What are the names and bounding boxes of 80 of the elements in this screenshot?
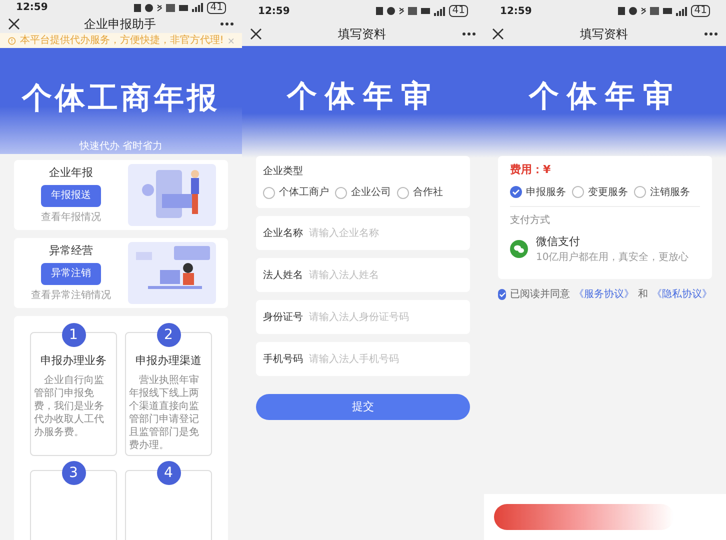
payment-name: 微信支付 bbox=[536, 234, 581, 250]
step-title: 申报办理渠道 bbox=[136, 353, 202, 369]
page-title: 填写资料 bbox=[580, 26, 628, 43]
action-button[interactable]: 年报报送 bbox=[41, 184, 101, 207]
privacy-agreement-link[interactable]: 《隐私协议》 bbox=[652, 287, 712, 302]
radio-button[interactable] bbox=[572, 186, 584, 198]
chat-bubbles-icon bbox=[510, 240, 528, 258]
hero-title: 个体年审 bbox=[287, 78, 439, 116]
radio-label: 申报服务 bbox=[526, 186, 566, 200]
pay-button[interactable] bbox=[494, 504, 674, 530]
agree-checkbox[interactable] bbox=[498, 289, 506, 300]
page-title: 企业申报助手 bbox=[84, 16, 156, 33]
field-label: 企业名称 bbox=[263, 226, 303, 240]
page-title: 填写资料 bbox=[338, 26, 386, 43]
step-number: 4 bbox=[156, 461, 180, 485]
close-icon[interactable] bbox=[8, 18, 20, 30]
agreement-text: 已阅读并同意 bbox=[510, 288, 570, 302]
radio-button[interactable] bbox=[397, 186, 409, 198]
battery-level: 41 bbox=[449, 5, 468, 17]
battery-level: 41 bbox=[207, 2, 226, 14]
status-time: 12:59 bbox=[16, 1, 48, 15]
input-field[interactable]: 请输入企业名称 bbox=[309, 226, 463, 240]
fee-label: 费用：¥ bbox=[510, 162, 552, 178]
more-icon[interactable] bbox=[220, 22, 234, 26]
check-icon bbox=[512, 188, 520, 196]
section-label: 支付方式 bbox=[510, 214, 551, 228]
notice-text: 本平台提供代办服务，方便快捷，非官方代理! bbox=[20, 34, 224, 48]
input-field[interactable]: 请输入法人姓名 bbox=[309, 268, 463, 282]
info-icon bbox=[8, 36, 16, 46]
more-icon[interactable] bbox=[462, 32, 476, 36]
bluetooth-icon bbox=[157, 4, 162, 12]
input-field[interactable]: 请输入法人手机号码 bbox=[309, 352, 463, 366]
check-icon bbox=[498, 291, 506, 298]
radio-label: 变更服务 bbox=[588, 186, 628, 200]
hero-title: 个体年审 bbox=[529, 78, 681, 116]
agreement-joiner: 和 bbox=[638, 288, 648, 302]
step-number: 2 bbox=[156, 323, 180, 347]
form-field[interactable]: 身份证号 请输入法人身份证号码 bbox=[256, 300, 470, 334]
form-field[interactable]: 法人姓名 请输入法人姓名 bbox=[256, 258, 470, 292]
service-agreement-link[interactable]: 《服务协议》 bbox=[574, 287, 634, 302]
field-label: 身份证号 bbox=[263, 310, 303, 324]
hero-subtitle: 快速代办 省时省力 bbox=[79, 140, 163, 154]
status-time: 12:59 bbox=[258, 4, 290, 18]
payment-note: 10亿用户都在用，真安全，更放心 bbox=[536, 250, 689, 265]
close-icon[interactable] bbox=[492, 28, 504, 40]
field-label: 企业类型 bbox=[263, 164, 304, 179]
hero-title: 个体工商年报 bbox=[22, 80, 220, 118]
bluetooth-icon bbox=[399, 7, 404, 15]
radio-label: 注销服务 bbox=[650, 186, 690, 200]
battery-level: 41 bbox=[691, 5, 710, 17]
status-link[interactable]: 查看年报情况 bbox=[41, 210, 101, 225]
signal-icon bbox=[434, 6, 446, 16]
field-label: 手机号码 bbox=[263, 352, 303, 366]
form-field[interactable]: 手机号码 请输入法人手机号码 bbox=[256, 342, 470, 376]
radio-button[interactable] bbox=[263, 186, 275, 198]
card-heading: 异常经营 bbox=[49, 243, 93, 260]
signal-icon bbox=[676, 6, 688, 16]
bluetooth-icon bbox=[641, 7, 646, 15]
field-label: 法人姓名 bbox=[263, 268, 303, 282]
radio-button[interactable] bbox=[634, 186, 646, 198]
status-time: 12:59 bbox=[500, 4, 532, 18]
step-text: 企业自行向监管部门申报免费，我们是业务代办收取人工代办服务费。 bbox=[34, 374, 105, 438]
step-title: 申报办理业务 bbox=[40, 353, 106, 369]
radio-label: 合作社 bbox=[413, 186, 443, 200]
radio-label: 企业公司 bbox=[351, 186, 391, 200]
close-icon[interactable] bbox=[250, 28, 262, 40]
step-number: 3 bbox=[62, 461, 86, 485]
radio-button[interactable] bbox=[335, 186, 347, 198]
status-link[interactable]: 查看异常注销情况 bbox=[31, 288, 111, 303]
step-text: 营业执照年审年报线下线上两个渠道直接向监管部门申请登记且监管部门是免费办理。 bbox=[129, 374, 200, 452]
form-field[interactable]: 企业名称 请输入企业名称 bbox=[256, 216, 470, 250]
radio-label: 个体工商户 bbox=[279, 186, 329, 200]
more-icon[interactable] bbox=[704, 32, 718, 36]
input-field[interactable]: 请输入法人身份证号码 bbox=[309, 310, 463, 324]
submit-button[interactable]: 提交 bbox=[256, 394, 470, 420]
signal-icon bbox=[192, 3, 204, 12]
step-number: 1 bbox=[62, 323, 86, 347]
card-heading: 企业年报 bbox=[49, 165, 93, 182]
radio-button[interactable] bbox=[510, 186, 522, 198]
action-button[interactable]: 异常注销 bbox=[41, 262, 101, 285]
